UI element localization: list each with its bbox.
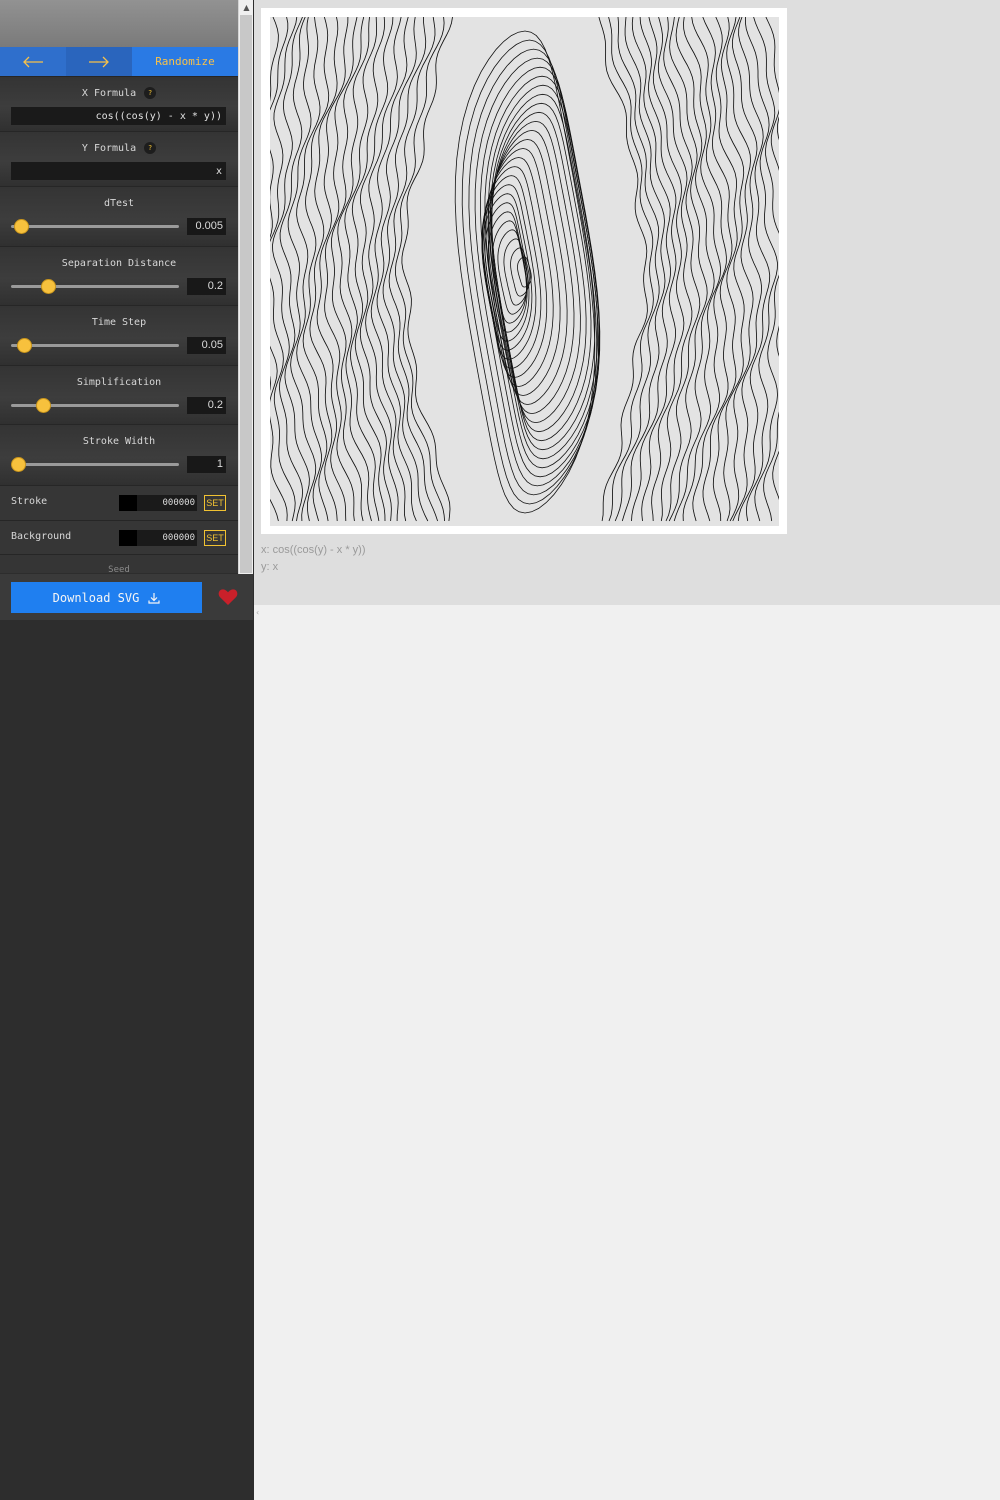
flow-line — [668, 17, 708, 522]
caption-y-formula: y: x — [261, 561, 279, 573]
slider-track[interactable] — [11, 225, 179, 228]
settings-panel: Randomize X Formula? Y Formula? dTest 0.… — [0, 0, 238, 573]
slider-value-stroke-width[interactable]: 1 — [187, 456, 226, 473]
slider-thumb-simplification[interactable] — [35, 398, 51, 413]
seed-label: Seed — [108, 565, 130, 573]
flow-field-artwork — [270, 17, 779, 526]
stroke-label: Stroke — [11, 496, 48, 507]
slider-thumb-separation-distance[interactable] — [40, 279, 56, 294]
flow-line — [503, 238, 529, 306]
flow-line — [302, 17, 330, 522]
arrow-left-icon — [23, 56, 43, 67]
slider-track[interactable] — [11, 463, 179, 466]
flow-line — [324, 17, 358, 522]
nav-bar: Randomize — [0, 47, 238, 76]
arrow-right-icon — [89, 56, 109, 67]
slider-label: Separation Distance — [61, 258, 177, 269]
slider-value-time-step[interactable]: 0.05 — [187, 337, 226, 354]
background-color-row: Background 000000 SET — [0, 520, 238, 555]
flow-line — [492, 220, 527, 324]
x-formula-label: X Formula — [81, 88, 137, 99]
background-set-button[interactable]: SET — [204, 530, 226, 546]
slider-track[interactable] — [11, 285, 179, 288]
slider-value-simplification[interactable]: 0.2 — [187, 397, 226, 414]
slider-thumb-stroke-width[interactable] — [10, 457, 26, 472]
flow-line — [763, 17, 779, 522]
randomize-button[interactable]: Randomize — [132, 47, 238, 76]
collapse-sidebar-icon[interactable]: ‹ — [256, 608, 259, 617]
x-formula-input[interactable] — [11, 107, 226, 125]
scroll-up-icon[interactable]: ▲ — [239, 0, 254, 15]
x-formula-help-icon[interactable]: ? — [144, 87, 157, 99]
artwork-frame — [261, 8, 787, 534]
stroke-set-button[interactable]: SET — [204, 495, 226, 511]
flow-line — [270, 17, 298, 522]
heart-icon[interactable] — [218, 588, 238, 606]
flow-line — [279, 17, 310, 522]
panel-scrollbar[interactable]: ▲ — [238, 0, 253, 620]
flow-line — [691, 17, 727, 522]
y-formula-input[interactable] — [11, 162, 226, 180]
slider-value-dtest[interactable]: 0.005 — [187, 218, 226, 235]
slider-thumb-dtest[interactable] — [14, 219, 30, 234]
slider-label: Time Step — [91, 317, 147, 328]
caption-x-formula: x: cos((cos(y) - x * y)) — [261, 544, 366, 556]
flow-line — [737, 17, 771, 522]
flow-line — [673, 17, 715, 522]
slider-label: dTest — [103, 198, 135, 209]
slider-label: Simplification — [76, 377, 162, 388]
flow-line — [337, 17, 372, 522]
slider-row-dtest: dTest 0.005 — [0, 186, 238, 246]
scrollbar-thumb[interactable] — [240, 15, 252, 573]
flow-line — [272, 17, 304, 522]
flow-line — [663, 17, 701, 522]
slider-row-separation-distance: Separation Distance 0.2 — [0, 246, 238, 305]
background-hex-input[interactable]: 000000 — [137, 530, 197, 546]
sidebar-footer: Download SVG — [0, 574, 253, 620]
x-formula-row: X Formula? — [0, 76, 238, 131]
flow-line — [344, 17, 380, 522]
sidebar: Randomize X Formula? Y Formula? dTest 0.… — [0, 0, 254, 1500]
download-icon — [148, 592, 160, 604]
background-color-swatch[interactable] — [119, 530, 137, 546]
download-label: Download SVG — [52, 590, 140, 605]
y-formula-row: Y Formula? — [0, 131, 238, 186]
flow-line — [491, 102, 592, 442]
flow-line — [309, 17, 339, 522]
flow-line — [287, 17, 317, 522]
seed-row: Seed — [0, 554, 238, 573]
y-formula-label: Y Formula — [81, 143, 137, 154]
slider-row-time-step: Time Step 0.05 — [0, 305, 238, 365]
flow-line — [682, 17, 722, 522]
slider-label: Stroke Width — [82, 436, 156, 447]
stroke-color-swatch[interactable] — [119, 495, 137, 511]
flow-line — [726, 17, 754, 522]
stroke-color-row: Stroke 000000 SET — [0, 485, 238, 520]
slider-thumb-time-step[interactable] — [17, 338, 33, 353]
formula-caption: x: cos((cos(y) - x * y)) y: x — [261, 542, 366, 576]
panel-header — [0, 0, 238, 47]
y-formula-help-icon[interactable]: ? — [144, 142, 157, 154]
stroke-hex-input[interactable]: 000000 — [137, 495, 197, 511]
flow-line — [648, 17, 685, 522]
flow-line — [753, 17, 779, 522]
background-label: Background — [11, 531, 72, 542]
slider-row-stroke-width: Stroke Width 1 — [0, 424, 238, 485]
slider-value-separation-distance[interactable]: 0.2 — [187, 278, 226, 295]
download-svg-button[interactable]: Download SVG — [11, 582, 202, 613]
flow-line — [270, 17, 279, 522]
flow-line — [388, 17, 439, 522]
flow-line — [608, 17, 654, 522]
slider-track[interactable] — [11, 344, 179, 347]
flow-line — [772, 116, 779, 500]
flow-line — [376, 17, 417, 522]
slider-row-simplification: Simplification 0.2 — [0, 365, 238, 424]
forward-button[interactable] — [66, 47, 132, 76]
flow-line — [316, 17, 349, 522]
back-button[interactable] — [0, 47, 66, 76]
